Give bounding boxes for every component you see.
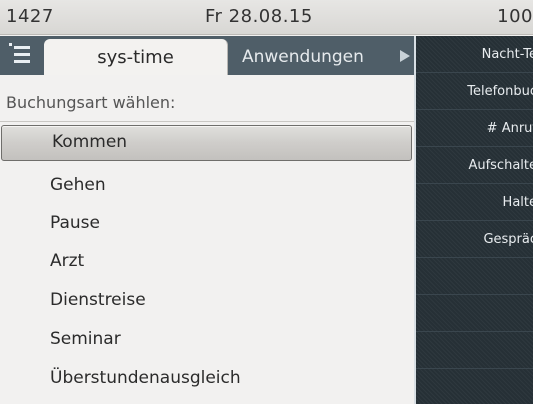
softkey-label: # Anruf bbox=[486, 121, 533, 136]
softkey-empty-3[interactable] bbox=[416, 332, 533, 369]
tab-sys-time-label: sys-time bbox=[97, 47, 174, 68]
softkey-label: Telefonbuc bbox=[467, 84, 533, 99]
menu-list-icon[interactable] bbox=[0, 36, 38, 75]
softkey-panel: Nacht-Te Telefonbuc # Anruf Aufschalte H… bbox=[416, 36, 533, 404]
list-item-label: Arzt bbox=[50, 251, 85, 271]
booking-type-panel: Buchungsart wählen: Kommen Gehen Pause A… bbox=[0, 75, 414, 404]
number-display: 100 bbox=[497, 6, 533, 27]
list-item-pause[interactable]: Pause bbox=[0, 205, 414, 243]
tab-sys-time[interactable]: sys-time bbox=[44, 39, 228, 75]
softkey-empty-1[interactable] bbox=[416, 258, 533, 295]
softkey-label: Gespräc bbox=[483, 232, 533, 247]
softkey-label: Nacht-Te bbox=[481, 47, 533, 62]
list-item-ueberstundenausgleich[interactable]: Überstundenausgleich bbox=[0, 360, 414, 398]
tab-anwendungen-label: Anwendungen bbox=[242, 47, 364, 67]
softkey-label: Aufschalte bbox=[468, 158, 533, 173]
list-item-dienstreise[interactable]: Dienstreise bbox=[0, 282, 414, 320]
softkey-aufschalten[interactable]: Aufschalte bbox=[416, 147, 533, 184]
softkey-telefonbuch[interactable]: Telefonbuc bbox=[416, 73, 533, 110]
prompt-label: Buchungsart wählen: bbox=[6, 93, 176, 112]
divider bbox=[0, 121, 414, 122]
list-item-label: Seminar bbox=[50, 329, 121, 349]
softkey-label: Halte bbox=[502, 195, 533, 210]
list-item-label: Überstundenausgleich bbox=[50, 368, 241, 388]
list-item-kommen[interactable]: Kommen bbox=[1, 125, 412, 161]
triangle-right-icon[interactable] bbox=[397, 36, 414, 75]
list-item-gehen[interactable]: Gehen bbox=[0, 167, 414, 205]
softkey-gespraech[interactable]: Gespräc bbox=[416, 221, 533, 258]
softkey-halten[interactable]: Halte bbox=[416, 184, 533, 221]
softkey-nacht[interactable]: Nacht-Te bbox=[416, 36, 533, 73]
list-item-label: Gehen bbox=[50, 175, 106, 195]
tab-bar: sys-time Anwendungen bbox=[0, 36, 414, 75]
list-item-arzt[interactable]: Arzt bbox=[0, 243, 414, 281]
list-item-seminar[interactable]: Seminar bbox=[0, 321, 414, 359]
softkey-empty-2[interactable] bbox=[416, 295, 533, 332]
extension-number: 1427 bbox=[6, 6, 54, 27]
status-bar: 1427 Fr 28.08.15 100 bbox=[0, 0, 533, 35]
date-display: Fr 28.08.15 bbox=[205, 6, 313, 27]
softkey-anruf[interactable]: # Anruf bbox=[416, 110, 533, 147]
list-item-label: Dienstreise bbox=[50, 290, 146, 310]
list-item-label: Kommen bbox=[52, 132, 128, 152]
list-item-label: Pause bbox=[50, 213, 100, 233]
tab-anwendungen[interactable]: Anwendungen bbox=[228, 39, 397, 73]
